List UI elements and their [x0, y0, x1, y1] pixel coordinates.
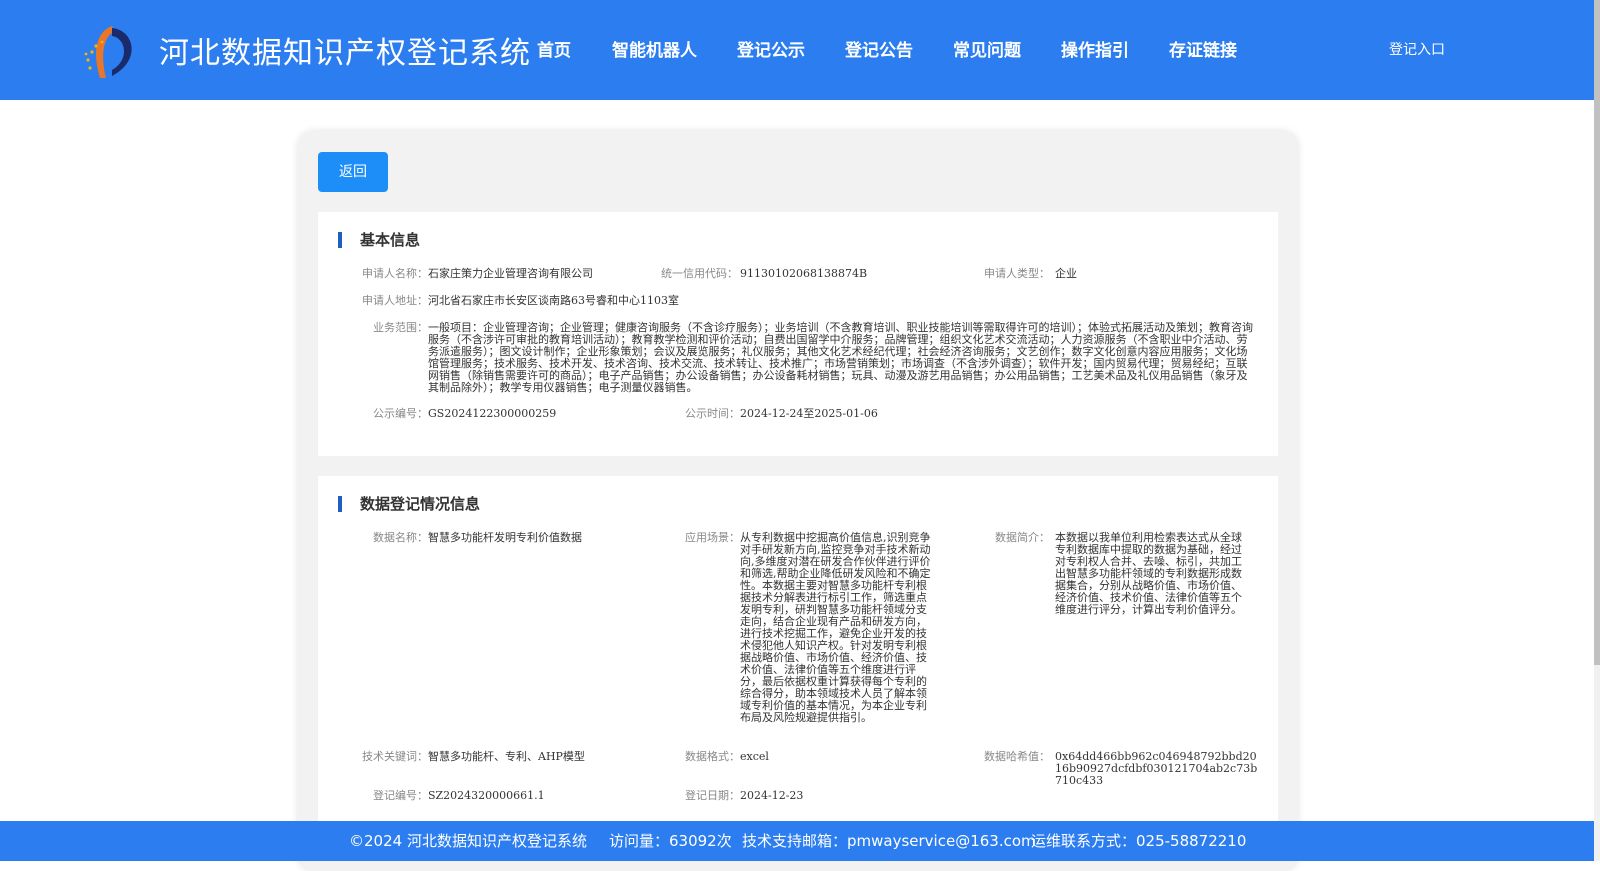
field-label: 申请人类型： — [984, 267, 1050, 280]
field-label: 申请人名称： — [362, 267, 428, 280]
nav-faq[interactable]: 常见问题 — [953, 36, 1021, 61]
business-scope-value: 一般项目：企业管理咨询；企业管理；健康咨询服务（不含诊疗服务）；业务培训（不含教… — [428, 321, 1253, 394]
footer-visits: 访问量：63092次 — [609, 832, 732, 850]
field-label: 数据名称： — [373, 531, 428, 544]
field-label: 数据格式： — [685, 750, 740, 763]
page-scrollbar[interactable] — [1594, 0, 1600, 861]
basic-info-title: 基本信息 — [338, 232, 420, 248]
reg-date-value: 2024-12-23 — [740, 789, 804, 802]
field-label: 登记编号： — [373, 789, 428, 802]
nav-announcement[interactable]: 登记公告 — [845, 36, 913, 61]
field-label: 应用场景： — [685, 531, 740, 544]
site-title: 河北数据知识产权登记系统 — [159, 36, 531, 71]
applicant-name-value: 石家庄策力企业管理咨询有限公司 — [428, 267, 593, 280]
data-name-value: 智慧多功能杆发明专利价值数据 — [428, 531, 582, 544]
field-label: 业务范围： — [373, 321, 428, 334]
data-registration-panel: 数据登记情况信息 数据名称： 智慧多功能杆发明专利价值数据 应用场景： 从专利数… — [318, 476, 1278, 821]
top-header: 河北数据知识产权登记系统 首页 智能机器人 登记公示 登记公告 常见问题 操作指… — [0, 0, 1594, 100]
field-label: 公示时间： — [685, 407, 740, 420]
footer-support-email: 技术支持邮箱：pmwayservice@163.com — [742, 832, 1036, 850]
field-label: 申请人地址： — [362, 294, 428, 307]
back-button[interactable]: 返回 — [318, 152, 388, 192]
footer-copyright: ©2024 河北数据知识产权登记系统 — [349, 832, 587, 850]
applicant-type-value: 企业 — [1055, 267, 1077, 280]
nav-evidence-link[interactable]: 存证链接 — [1169, 36, 1237, 61]
nav-guide[interactable]: 操作指引 — [1061, 36, 1129, 61]
applicant-address-value: 河北省石家庄市长安区谈南路63号睿和中心1103室 — [428, 294, 679, 307]
nav-home[interactable]: 首页 — [537, 36, 571, 61]
notice-time-value: 2024-12-24至2025-01-06 — [740, 407, 878, 420]
nav-robot[interactable]: 智能机器人 — [612, 36, 697, 61]
scenario-value: 从专利数据中挖掘高价值信息,识别竞争对手研发新方向,监控竞争对手技术新动向,多维… — [740, 531, 931, 724]
field-label: 技术关键词： — [362, 750, 428, 763]
data-format-value: excel — [740, 750, 769, 763]
keywords-value: 智慧多功能杆、专利、AHP模型 — [428, 750, 585, 763]
nav-publicity[interactable]: 登记公示 — [737, 36, 805, 61]
basic-info-panel: 基本信息 申请人名称： 石家庄策力企业管理咨询有限公司 统一信用代码： 9113… — [318, 212, 1278, 456]
data-intro-value: 本数据以我单位利用检索表达式从全球专利数据库中提取的数据为基础，经过对专利权人合… — [1055, 531, 1242, 616]
site-logo-icon — [84, 26, 132, 78]
field-label: 统一信用代码： — [661, 267, 738, 280]
field-label: 公示编号： — [373, 407, 428, 420]
credit-code-value: 91130102068138874B — [740, 267, 868, 280]
notice-no-value: GS2024122300000259 — [428, 407, 557, 420]
field-label: 数据简介： — [995, 531, 1050, 544]
login-entry-link[interactable]: 登记入口 — [1389, 39, 1445, 59]
scrollbar-thumb[interactable] — [1594, 0, 1600, 665]
reg-no-value: SZ2024320000661.1 — [428, 789, 545, 802]
data-hash-value: 0x64dd466bb962c046948792bbd2016b90927dcf… — [1055, 750, 1258, 787]
field-label: 数据哈希值： — [984, 750, 1050, 763]
page-footer: ©2024 河北数据知识产权登记系统 访问量：63092次 技术支持邮箱：pmw… — [0, 821, 1594, 861]
field-label: 登记日期： — [685, 789, 740, 802]
footer-ops-phone: 运维联系方式：025-58872210 — [1031, 832, 1247, 850]
data-registration-title: 数据登记情况信息 — [338, 496, 480, 512]
